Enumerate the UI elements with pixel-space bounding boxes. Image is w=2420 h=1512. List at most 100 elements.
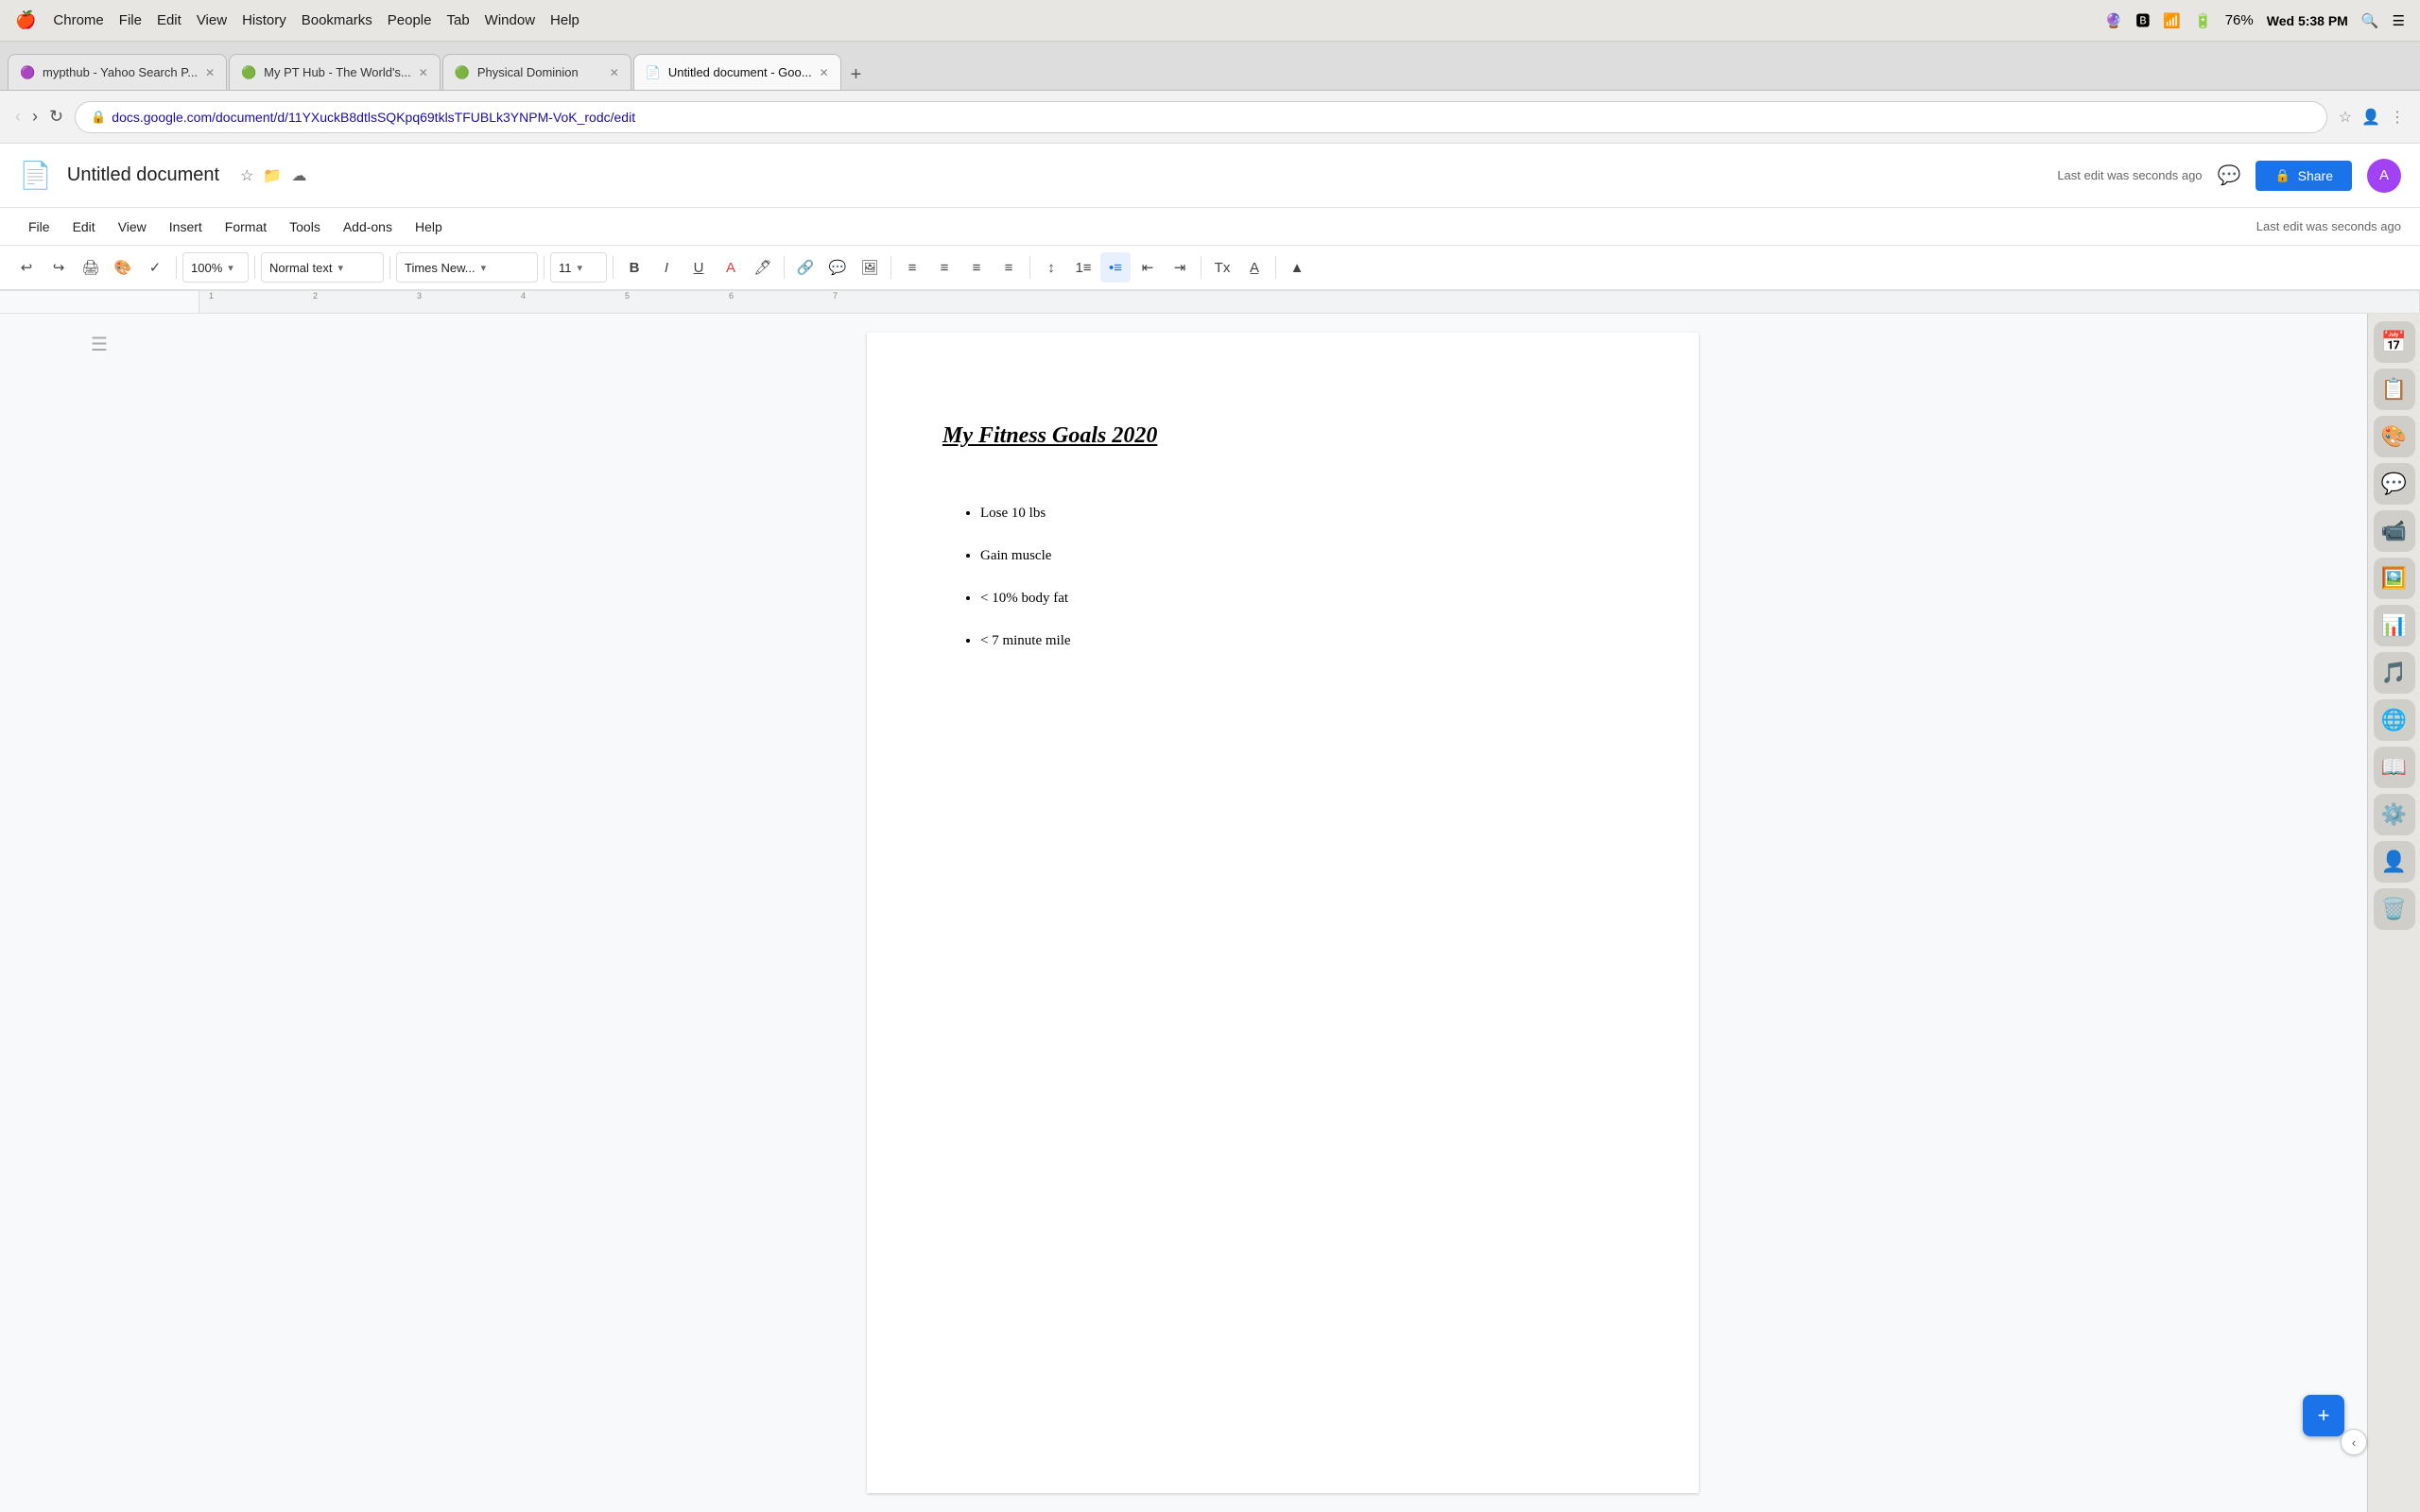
menu-chrome[interactable]: Chrome [53,12,103,28]
sidebar-user-icon[interactable]: 👤 [2374,841,2415,883]
tab-close-ptHub[interactable]: ✕ [419,66,428,79]
user-avatar[interactable]: A [2367,159,2401,193]
insert-sidebar-button[interactable]: + [2303,1395,2344,1436]
bookmark-star-icon[interactable]: ☆ [2339,108,2352,127]
menu-item-view[interactable]: View [109,214,156,240]
sidebar-books-icon[interactable]: 📖 [2374,747,2415,788]
sidebar-settings-icon[interactable]: ⚙️ [2374,794,2415,835]
align-right-button[interactable]: ≡ [961,252,992,283]
tab-ptHub[interactable]: 🟢 My PT Hub - The World's... ✕ [229,54,441,90]
comment-button[interactable]: 💬 [2218,163,2241,187]
tab-close-physdom[interactable]: ✕ [610,66,619,79]
sidebar-trash-icon[interactable]: 🗑️ [2374,888,2415,930]
wifi-icon[interactable]: 📶 [2163,12,2181,29]
sidebar-sheets-icon[interactable]: 📊 [2374,605,2415,646]
list-item-3[interactable]: < 10% body fat [980,591,1623,607]
link-button[interactable]: 🔗 [790,252,821,283]
insert-comment-button[interactable]: 💬 [822,252,853,283]
cloud-icon[interactable]: ☁ [291,166,306,185]
forward-button[interactable]: › [32,107,38,127]
doc-title-bar[interactable]: Untitled document [67,164,219,186]
sidebar-chat-icon[interactable]: 💬 [2374,463,2415,505]
menu-view[interactable]: View [197,12,227,28]
tab-physdom[interactable]: 🟢 Physical Dominion ✕ [442,54,631,90]
share-button[interactable]: 🔒 Share [2256,161,2352,191]
paint-format-button[interactable]: 🎨 [108,252,138,283]
address-bar[interactable]: 🔒 docs.google.com/document/d/11YXuckB8dt… [75,101,2327,133]
spell-check-button[interactable]: ✓ [140,252,170,283]
redo-button[interactable]: ↪ [43,252,74,283]
sidebar-meet-icon[interactable]: 📹 [2374,510,2415,552]
outline-icon[interactable]: ☰ [91,333,108,356]
numbered-list-button[interactable]: 1≡ [1068,252,1098,283]
sidebar-tasks-icon[interactable]: 📋 [2374,369,2415,410]
siri-icon[interactable]: 🔮 [2105,12,2123,29]
menu-history[interactable]: History [242,12,286,28]
bold-button[interactable]: B [619,252,649,283]
highlight-button[interactable]: 🖊 [748,252,778,283]
align-justify-button[interactable]: ≡ [994,252,1024,283]
sidebar-color-icon[interactable]: 🎨 [2374,416,2415,457]
undo-button[interactable]: ↩ [11,252,42,283]
sidebar-music-icon[interactable]: 🎵 [2374,652,2415,694]
page-container[interactable]: My Fitness Goals 2020 Lose 10 lbs Gain m… [199,314,2367,1512]
style-selector[interactable]: Normal text ▾ [261,252,384,283]
line-spacing-button[interactable]: ↕ [1036,252,1066,283]
insert-image-button[interactable]: 🖼 [855,252,885,283]
tab-mypthub[interactable]: 🟣 mypthub - Yahoo Search P... ✕ [8,54,227,90]
extensions-icon[interactable]: ⋮ [2390,108,2405,127]
profile-icon[interactable]: 👤 [2361,108,2380,127]
clear-formatting-button[interactable]: Tx [1207,252,1237,283]
menu-item-format[interactable]: Format [216,214,276,240]
document-page[interactable]: My Fitness Goals 2020 Lose 10 lbs Gain m… [867,333,1699,1493]
menu-item-tools[interactable]: Tools [280,214,330,240]
expand-toolbar-button[interactable]: ▲ [1282,252,1312,283]
italic-button[interactable]: I [651,252,682,283]
menu-file[interactable]: File [119,12,142,28]
reload-button[interactable]: ↻ [49,107,63,127]
size-selector[interactable]: 11 ▾ [550,252,607,283]
font-color-button[interactable]: A [716,252,746,283]
tab-close-mypthub[interactable]: ✕ [205,66,215,79]
search-icon[interactable]: 🔍 [2361,12,2379,29]
menu-window[interactable]: Window [485,12,535,28]
menu-item-addons[interactable]: Add-ons [334,214,402,240]
list-item-4[interactable]: < 7 minute mile [980,633,1623,649]
list-item-1[interactable]: Lose 10 lbs [980,506,1623,522]
align-left-button[interactable]: ≡ [897,252,927,283]
apple-menu[interactable]: 🍎 [15,10,36,30]
tab-close-docs[interactable]: ✕ [820,66,829,79]
document-list[interactable]: Lose 10 lbs Gain muscle < 10% body fat <… [942,506,1623,649]
increase-indent-button[interactable]: ⇥ [1165,252,1195,283]
tab-docs[interactable]: 📄 Untitled document - Goo... ✕ [633,54,841,90]
star-icon[interactable]: ☆ [240,166,253,185]
menu-bookmarks[interactable]: Bookmarks [302,12,372,28]
menu-edit[interactable]: Edit [157,12,182,28]
sidebar-maps-icon[interactable]: 🌐 [2374,699,2415,741]
sidebar-calendar-icon[interactable]: 📅 [2374,321,2415,363]
zoom-selector[interactable]: 100% ▾ [182,252,249,283]
bulleted-list-button[interactable]: •≡ [1100,252,1131,283]
menu-people[interactable]: People [388,12,432,28]
folder-icon[interactable]: 📁 [263,166,282,185]
menu-item-edit[interactable]: Edit [63,214,105,240]
document-title[interactable]: My Fitness Goals 2020 [942,423,1623,449]
back-button[interactable]: ‹ [15,107,21,127]
collapse-sidebar-button[interactable]: ‹ [2341,1429,2367,1455]
menu-help[interactable]: Help [550,12,579,28]
bluetooth-icon[interactable]: 🅱 [2135,10,2150,30]
underline-button[interactable]: U [683,252,714,283]
align-center-button[interactable]: ≡ [929,252,959,283]
new-tab-button[interactable]: + [843,64,870,86]
sidebar-photos-icon[interactable]: 🖼️ [2374,558,2415,599]
menu-item-help[interactable]: Help [406,214,452,240]
list-item-2[interactable]: Gain muscle [980,548,1623,564]
menu-item-insert[interactable]: Insert [160,214,212,240]
font-selector[interactable]: Times New... ▾ [396,252,538,283]
print-button[interactable]: 🖨 [76,252,106,283]
text-highlight-button[interactable]: A̲ [1239,252,1270,283]
menu-item-file[interactable]: File [19,214,60,240]
menu-tab[interactable]: Tab [446,12,469,28]
control-icon[interactable]: ☰ [2393,12,2405,29]
decrease-indent-button[interactable]: ⇤ [1132,252,1163,283]
